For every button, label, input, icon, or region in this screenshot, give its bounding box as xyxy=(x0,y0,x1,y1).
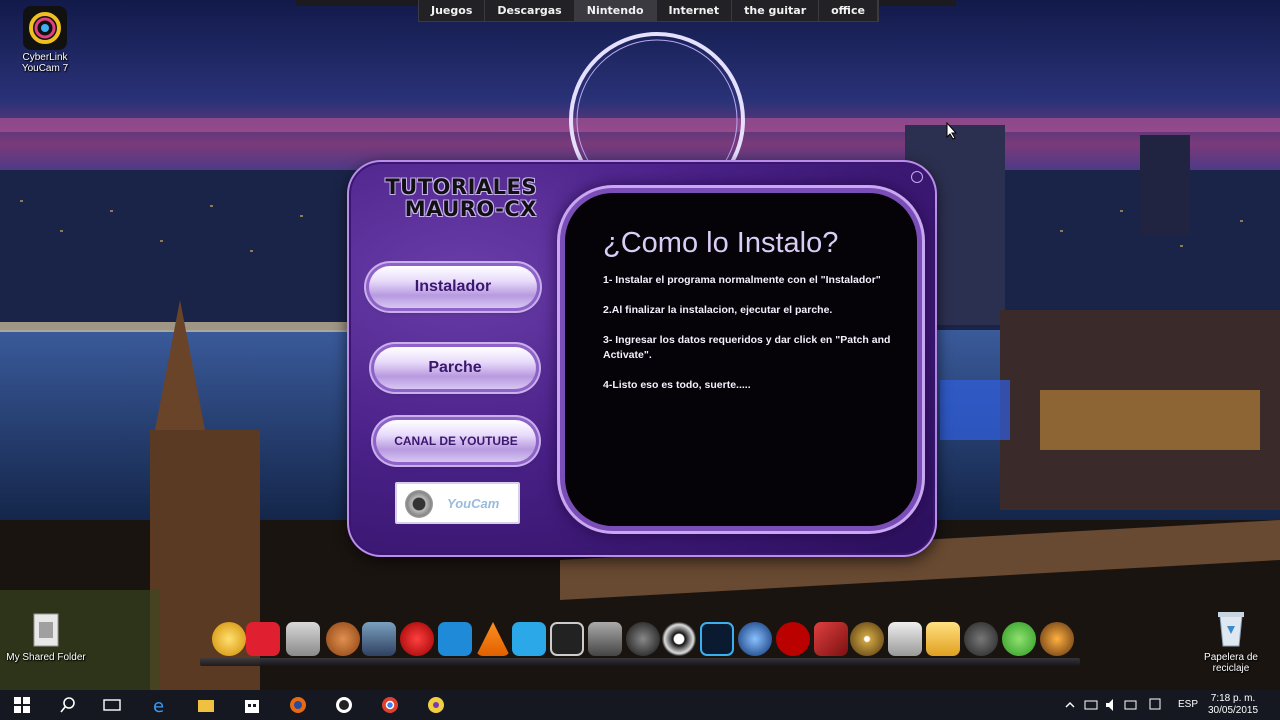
desktop-icon-recycle-bin[interactable]: Papelera de reciclaje xyxy=(1196,608,1266,674)
top-menu-juegos[interactable]: Juegos xyxy=(419,0,486,21)
dock-monitor-icon[interactable] xyxy=(362,622,396,656)
installer-title-line1: TUTORIALES xyxy=(385,175,537,199)
youcam-logo-text: YouCam xyxy=(447,496,500,511)
network-icon[interactable] xyxy=(1084,695,1098,715)
dock-red-app-icon[interactable] xyxy=(246,622,280,656)
volume-icon[interactable] xyxy=(1104,695,1118,715)
desktop-icon-shared-folder[interactable]: My Shared Folder xyxy=(2,612,90,663)
dock-record-icon[interactable] xyxy=(400,622,434,656)
dock-glove-icon[interactable] xyxy=(326,622,360,656)
tray-chevron-up-icon[interactable] xyxy=(1064,695,1076,715)
instructions-heading: ¿Como lo Instalo? xyxy=(603,227,839,259)
desktop-icon-recycle-bin-label: Papelera de reciclaje xyxy=(1204,652,1258,674)
instructions-panel: ¿Como lo Instalo? 1- Instalar el program… xyxy=(565,193,917,526)
dock-gear-icon[interactable] xyxy=(964,622,998,656)
dock-shelf xyxy=(200,658,1080,666)
top-menu-internet[interactable]: Internet xyxy=(657,0,733,21)
top-menu-office[interactable]: office xyxy=(819,0,878,21)
top-menu-the-guitar[interactable]: the guitar xyxy=(732,0,820,21)
dock-cinema4d-icon[interactable] xyxy=(738,622,772,656)
installer-taskbar-icon[interactable] xyxy=(426,695,446,715)
minimize-icon[interactable] xyxy=(911,171,923,183)
dock-webcam-icon[interactable] xyxy=(888,622,922,656)
language-indicator[interactable]: ESP xyxy=(1178,699,1198,710)
instruction-step-1: 1- Instalar el programa normalmente con … xyxy=(603,274,881,286)
taskbar: e ESP 7:18 p. m. 30/05/2015 xyxy=(0,690,1280,720)
obs-icon[interactable] xyxy=(334,695,354,715)
desktop-icon-shared-folder-label: My Shared Folder xyxy=(6,652,86,663)
firefox-icon[interactable] xyxy=(288,695,308,715)
desktop-icon-youcam-label: CyberLink YouCam 7 xyxy=(21,52,69,74)
desktop-icon-youcam[interactable]: CyberLink YouCam 7 xyxy=(14,6,76,74)
dock-winamp-icon[interactable] xyxy=(1040,622,1074,656)
dock-ccleaner-icon[interactable] xyxy=(438,622,472,656)
dock-utorrent-icon[interactable] xyxy=(1002,622,1036,656)
dock-3-app-icon[interactable] xyxy=(550,622,584,656)
app-dock xyxy=(200,620,1080,666)
top-launcher-menu: Juegos Descargas Nintendo Internet the g… xyxy=(418,0,879,22)
dock-camera-ring-icon[interactable] xyxy=(662,622,696,656)
store-icon[interactable] xyxy=(242,695,262,715)
dock-photoshop-icon[interactable] xyxy=(700,622,734,656)
notifications-icon[interactable] xyxy=(1148,695,1162,715)
task-view-icon[interactable] xyxy=(102,695,122,715)
edge-browser-icon[interactable]: e xyxy=(150,695,170,715)
search-icon[interactable] xyxy=(58,695,78,715)
youcam-app-icon xyxy=(23,6,67,50)
dock-vlc-icon[interactable] xyxy=(476,622,510,656)
top-menu-nintendo[interactable]: Nintendo xyxy=(574,0,657,21)
installer-title-line2: MAURO-CX xyxy=(404,197,537,221)
instruction-step-3: 3- Ingresar los datos requeridos y dar c… xyxy=(603,334,891,361)
instruction-step-4: 4-Listo eso es todo, suerte..... xyxy=(603,379,751,391)
instructions-steps: 1- Instalar el programa normalmente con … xyxy=(603,273,893,408)
instruction-step-2: 2.Al finalizar la instalacion, ejecutar … xyxy=(603,304,833,316)
recycle-bin-icon xyxy=(1218,612,1244,647)
top-menu-descargas[interactable]: Descargas xyxy=(485,0,575,21)
installer-title: TUTORIALES MAURO-CX xyxy=(367,176,537,220)
window-controls xyxy=(908,170,923,188)
dock-pen-icon[interactable] xyxy=(626,622,660,656)
youtube-channel-button[interactable]: CANAL DE YOUTUBE xyxy=(376,420,536,462)
dock-dvd-icon[interactable] xyxy=(850,622,884,656)
clock-time[interactable]: 7:18 p. m. xyxy=(1208,693,1258,704)
installer-window: TUTORIALES MAURO-CX Instalador Parche CA… xyxy=(347,160,937,557)
mouse-cursor-icon xyxy=(946,122,958,140)
battery-icon[interactable] xyxy=(1124,695,1138,715)
file-explorer-icon[interactable] xyxy=(196,695,216,715)
dock-mixer-icon[interactable] xyxy=(588,622,622,656)
parche-button[interactable]: Parche xyxy=(374,347,536,389)
chrome-icon[interactable] xyxy=(380,695,400,715)
clock-date[interactable]: 30/05/2015 xyxy=(1208,705,1258,716)
dock-flash-icon[interactable] xyxy=(776,622,810,656)
shared-folder-icon xyxy=(33,613,59,647)
dock-tools-icon[interactable] xyxy=(814,622,848,656)
youcam-logo[interactable]: YouCam xyxy=(395,482,520,524)
instalador-button[interactable]: Instalador xyxy=(369,266,537,308)
webcam-icon xyxy=(405,490,433,518)
dock-video-editor-icon[interactable] xyxy=(286,622,320,656)
svg-text:e: e xyxy=(153,696,164,715)
dock-cloud-icon[interactable] xyxy=(512,622,546,656)
dock-folder-icon[interactable] xyxy=(926,622,960,656)
dock-info-icon[interactable] xyxy=(212,622,246,656)
windows-start-icon[interactable] xyxy=(12,695,32,715)
